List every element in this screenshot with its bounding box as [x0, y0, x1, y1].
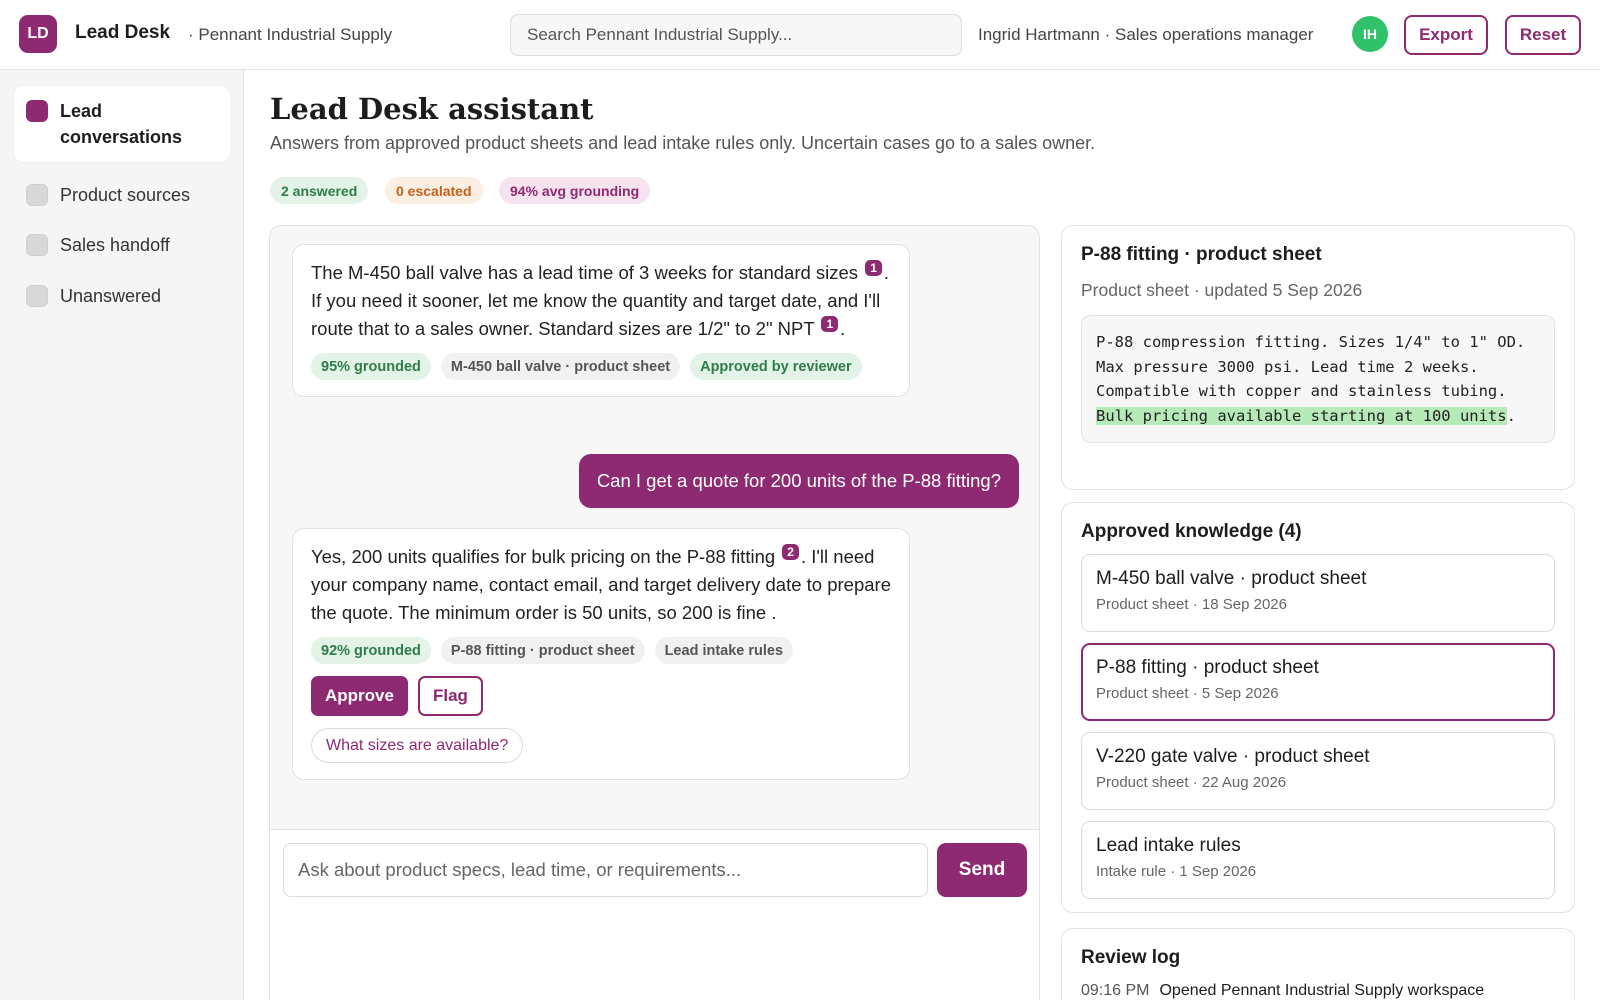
message-text: The M-450 ball valve has a lead time of … [311, 259, 891, 343]
flag-button[interactable]: Flag [417, 676, 483, 716]
message-input[interactable] [283, 843, 928, 897]
citation-badge[interactable]: 1 [865, 259, 882, 276]
sidebar-item-indicator-icon [26, 234, 48, 256]
citation-badge[interactable]: 1 [821, 315, 839, 332]
knowledge-item-title: M-450 ball valve · product sheet [1096, 568, 1367, 589]
sidebar-item-label: Unanswered [60, 286, 162, 306]
approve-button[interactable]: Approve [311, 676, 408, 716]
knowledge-item-title: V-220 gate valve · product sheet [1096, 746, 1370, 767]
message-text-part: Yes, 200 units qualifies for bulk pricin… [311, 546, 781, 567]
message-text-part: . [840, 318, 846, 339]
user-label: Ingrid Hartmann · Sales operations manag… [978, 25, 1314, 44]
source-excerpt: P-88 compression fitting. Sizes 1/4" to … [1081, 315, 1555, 443]
sidebar-item-sales-handoff[interactable]: Sales handoff [14, 220, 230, 270]
source-tag[interactable]: P-88 fitting · product sheet [440, 637, 645, 664]
sidebar-item-indicator-icon [26, 100, 48, 122]
approved-knowledge-card: Approved knowledge (4) M-450 ball valve … [1061, 502, 1575, 913]
knowledge-item[interactable]: V-220 gate valve · product sheet Product… [1081, 732, 1555, 810]
knowledge-item-title: P-88 fitting · product sheet [1096, 657, 1319, 678]
source-title: P-88 fitting · product sheet [1081, 244, 1322, 265]
knowledge-item-title: Lead intake rules [1096, 835, 1241, 856]
log-time: 09:16 PM [1081, 982, 1150, 999]
send-button[interactable]: Send [937, 843, 1027, 897]
user-message: Can I get a quote for 200 units of the P… [578, 454, 1019, 508]
app-name: Lead Desk [75, 22, 171, 43]
knowledge-item-meta: Product sheet · 18 Sep 2026 [1096, 596, 1287, 613]
log-entry: 09:16 PM Opened Pennant Industrial Suppl… [1081, 982, 1555, 1000]
message-tags: 92% grounded P-88 fitting · product shee… [311, 637, 891, 664]
message-actions: Approve Flag [311, 676, 891, 716]
search-input[interactable] [510, 14, 962, 56]
sidebar-item-label: Product sources [60, 185, 191, 205]
page-subtitle: Answers from approved product sheets and… [270, 133, 1096, 153]
source-preview-card: P-88 fitting · product sheet Product she… [1061, 225, 1575, 490]
knowledge-title: Approved knowledge (4) [1081, 521, 1302, 542]
approved-status-badge: Approved by reviewer [690, 353, 862, 380]
knowledge-item-meta: Intake rule · 1 Sep 2026 [1096, 863, 1257, 880]
citation-badge[interactable]: 2 [782, 543, 799, 560]
composer: Send [270, 829, 1039, 1000]
top-bar: LD Lead Desk · Pennant Industrial Supply… [0, 0, 1600, 70]
grounded-badge: 92% grounded [311, 637, 431, 664]
assistant-message: The M-450 ball valve has a lead time of … [292, 244, 910, 397]
sidebar-item-product-sources[interactable]: Product sources [14, 170, 230, 220]
log-text: Opened Pennant Industrial Supply workspa… [1159, 982, 1485, 999]
message-tags: 95% grounded M-450 ball valve · product … [311, 353, 891, 380]
knowledge-item-selected[interactable]: P-88 fitting · product sheet Product she… [1081, 643, 1555, 721]
sidebar-item-lead-conversations[interactable]: Lead conversations [14, 86, 230, 162]
app-logo: LD [19, 15, 57, 53]
assistant-message: Yes, 200 units qualifies for bulk pricin… [292, 528, 910, 780]
source-tag[interactable]: Lead intake rules [654, 637, 794, 664]
message-text-part: The M-450 ball valve has a lead time of … [311, 262, 864, 283]
page-title: Lead Desk assistant [270, 92, 594, 126]
grounding-badge: 94% avg grounding [499, 177, 651, 204]
source-highlight: Bulk pricing available starting at 100 u… [1096, 406, 1507, 425]
sidebar-item-indicator-icon [26, 184, 48, 206]
source-text: P-88 compression fitting. Sizes 1/4" to … [1096, 333, 1526, 400]
knowledge-item[interactable]: Lead intake rules Intake rule · 1 Sep 20… [1081, 821, 1555, 899]
source-meta: Product sheet · updated 5 Sep 2026 [1081, 280, 1363, 300]
reset-button[interactable]: Reset [1505, 15, 1581, 55]
chat-panel: The M-450 ball valve has a lead time of … [269, 225, 1040, 1000]
escalated-count-badge: 0 escalated [385, 177, 483, 204]
review-log-card: Review log 09:16 PM Opened Pennant Indus… [1061, 928, 1575, 1000]
avatar[interactable]: IH [1352, 16, 1388, 52]
grounded-badge: 95% grounded [311, 353, 431, 380]
knowledge-item-meta: Product sheet · 5 Sep 2026 [1096, 685, 1279, 702]
sidebar-item-label: Sales handoff [60, 235, 170, 255]
sidebar-item-label: Lead conversations [60, 101, 183, 147]
review-log-title: Review log [1081, 947, 1181, 968]
source-tag[interactable]: M-450 ball valve · product sheet [440, 353, 681, 380]
message-text: Yes, 200 units qualifies for bulk pricin… [311, 543, 891, 627]
source-text-end: . [1506, 406, 1516, 425]
knowledge-item-meta: Product sheet · 22 Aug 2026 [1096, 774, 1287, 791]
answered-count-badge: 2 answered [270, 177, 369, 204]
sidebar-item-unanswered[interactable]: Unanswered [14, 271, 230, 321]
export-button[interactable]: Export [1404, 15, 1488, 55]
suggested-question-button[interactable]: What sizes are available? [311, 728, 524, 763]
sidebar-item-indicator-icon [26, 285, 48, 307]
knowledge-item[interactable]: M-450 ball valve · product sheet Product… [1081, 554, 1555, 632]
sidebar: Lead conversations Product sources Sales… [0, 70, 244, 1000]
org-name: · Pennant Industrial Supply [188, 25, 393, 44]
